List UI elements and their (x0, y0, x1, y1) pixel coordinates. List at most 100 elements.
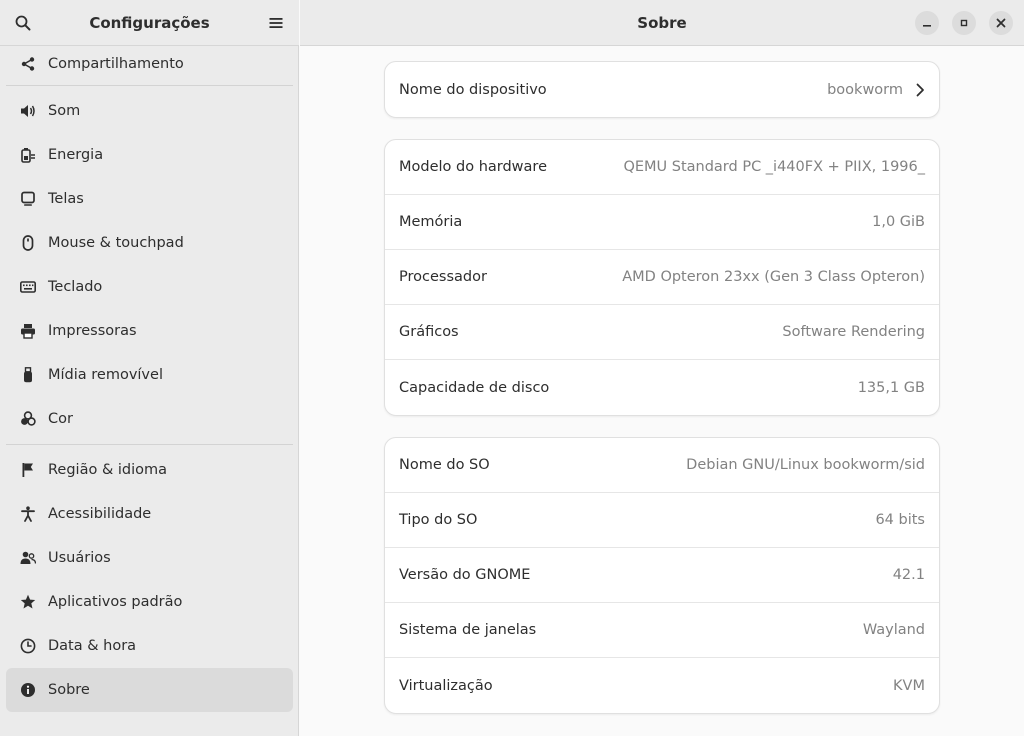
sidebar-item-impressoras[interactable]: Impressoras (6, 309, 293, 353)
sidebar-list: Compartilhamento Som Energia Telas Mouse… (6, 46, 293, 712)
os-type-value: 64 bits (875, 512, 925, 528)
info-row: Gráficos Software Rendering (385, 305, 939, 360)
info-row: Versão do GNOME 42.1 (385, 548, 939, 603)
star-icon (20, 594, 36, 610)
info-row: Modelo do hardware QEMU Standard PC _i44… (385, 140, 939, 195)
search-button[interactable] (7, 7, 39, 39)
hardware-model-label: Modelo do hardware (399, 159, 547, 175)
display-icon (20, 191, 36, 207)
share-icon (20, 56, 36, 72)
keyboard-icon (20, 279, 36, 295)
sidebar-item-label: Som (48, 103, 81, 119)
sidebar-header: Configurações (0, 0, 299, 46)
sidebar-item-label: Energia (48, 147, 104, 163)
sidebar-item-label: Mídia removível (48, 367, 163, 383)
sidebar-item-telas[interactable]: Telas (6, 177, 293, 221)
windowing-system-value: Wayland (862, 622, 925, 638)
color-icon (20, 411, 36, 427)
info-row: Capacidade de disco 135,1 GB (385, 360, 939, 415)
search-icon (15, 15, 31, 31)
info-icon (20, 682, 36, 698)
sidebar-item-sobre[interactable]: Sobre (6, 668, 293, 712)
graphics-value: Software Rendering (782, 324, 925, 340)
processor-label: Processador (399, 269, 487, 285)
flag-icon (20, 462, 36, 478)
sidebar-item-energia[interactable]: Energia (6, 133, 293, 177)
info-row: Nome do SO Debian GNU/Linux bookworm/sid (385, 438, 939, 493)
page-title: Sobre (637, 13, 687, 32)
sidebar-item-label: Região & idioma (48, 462, 168, 478)
power-icon (20, 147, 36, 163)
close-icon (996, 18, 1006, 28)
virtualization-value: KVM (893, 677, 925, 694)
processor-value: AMD Opteron 23xx (Gen 3 Class Opteron) (622, 269, 925, 285)
sidebar-item-label: Mouse & touchpad (48, 235, 184, 251)
close-button[interactable] (989, 11, 1013, 35)
gnome-version-label: Versão do GNOME (399, 567, 531, 583)
chevron-right-icon (916, 83, 924, 96)
accessibility-icon (20, 506, 36, 522)
info-row: Virtualização KVM (385, 658, 939, 713)
printer-icon (20, 323, 36, 339)
disk-capacity-label: Capacidade de disco (399, 379, 550, 396)
maximize-button[interactable] (952, 11, 976, 35)
device-name-card: Nome do dispositivo bookworm (384, 61, 940, 118)
sidebar-item-data-hora[interactable]: Data & hora (6, 624, 293, 668)
sidebar-item-label: Cor (48, 411, 73, 427)
sidebar-item-label: Compartilhamento (48, 56, 184, 72)
main-menu-button[interactable] (260, 7, 292, 39)
os-name-value: Debian GNU/Linux bookworm/sid (686, 457, 925, 473)
sidebar-item-mouse[interactable]: Mouse & touchpad (6, 221, 293, 265)
maximize-icon (960, 19, 968, 27)
sidebar-item-label: Teclado (48, 279, 103, 295)
device-name-row[interactable]: Nome do dispositivo bookworm (385, 62, 939, 117)
memory-label: Memória (399, 214, 463, 230)
sidebar-item-label: Sobre (48, 682, 90, 698)
sidebar-item-compartilhamento[interactable]: Compartilhamento (6, 46, 293, 82)
info-row: Memória 1,0 GiB (385, 195, 939, 250)
sidebar-item-cor[interactable]: Cor (6, 397, 293, 441)
sidebar-item-usuarios[interactable]: Usuários (6, 536, 293, 580)
sidebar-separator (6, 85, 293, 86)
device-name-value: bookworm (827, 81, 903, 98)
users-icon (20, 550, 36, 566)
sidebar-item-label: Usuários (48, 550, 111, 566)
sidebar-item-label: Impressoras (48, 323, 137, 339)
clock-icon (20, 638, 36, 654)
minimize-icon (923, 25, 931, 27)
info-row: Processador AMD Opteron 23xx (Gen 3 Clas… (385, 250, 939, 305)
os-type-label: Tipo do SO (399, 512, 478, 528)
sidebar-item-regiao-idioma[interactable]: Região & idioma (6, 448, 293, 492)
hardware-model-value: QEMU Standard PC _i440FX + PIIX, 1996_ (623, 159, 925, 175)
os-name-label: Nome do SO (399, 457, 490, 473)
usb-icon (20, 367, 36, 383)
device-name-label: Nome do dispositivo (399, 81, 547, 98)
about-content: Nome do dispositivo bookworm Modelo do h… (300, 47, 1024, 736)
mouse-icon (20, 235, 36, 251)
windowing-system-label: Sistema de janelas (399, 622, 537, 638)
sidebar-item-teclado[interactable]: Teclado (6, 265, 293, 309)
minimize-button[interactable] (915, 11, 939, 35)
os-card: Nome do SO Debian GNU/Linux bookworm/sid… (384, 437, 940, 714)
gnome-version-value: 42.1 (892, 567, 925, 583)
info-row: Tipo do SO 64 bits (385, 493, 939, 548)
sidebar-title: Configurações (89, 13, 210, 32)
speaker-icon (20, 103, 36, 119)
sidebar-item-label: Data & hora (48, 638, 137, 654)
sidebar-item-midia-removivel[interactable]: Mídia removível (6, 353, 293, 397)
hardware-card: Modelo do hardware QEMU Standard PC _i44… (384, 139, 940, 416)
sidebar-separator (6, 444, 293, 445)
hamburger-menu-icon (269, 18, 283, 28)
sidebar-item-label: Acessibilidade (48, 506, 152, 522)
sidebar-item-label: Telas (48, 191, 84, 207)
sidebar-item-aplicativos-padrao[interactable]: Aplicativos padrão (6, 580, 293, 624)
sidebar-item-acessibilidade[interactable]: Acessibilidade (6, 492, 293, 536)
main-header: Sobre (300, 0, 1024, 46)
disk-capacity-value: 135,1 GB (857, 379, 925, 396)
graphics-label: Gráficos (399, 324, 459, 340)
virtualization-label: Virtualização (399, 677, 493, 694)
sidebar-item-som[interactable]: Som (6, 89, 293, 133)
sidebar: Configurações Compartilhamento Som Energ… (0, 0, 299, 736)
info-row: Sistema de janelas Wayland (385, 603, 939, 658)
settings-window: Configurações Compartilhamento Som Energ… (0, 0, 1024, 736)
